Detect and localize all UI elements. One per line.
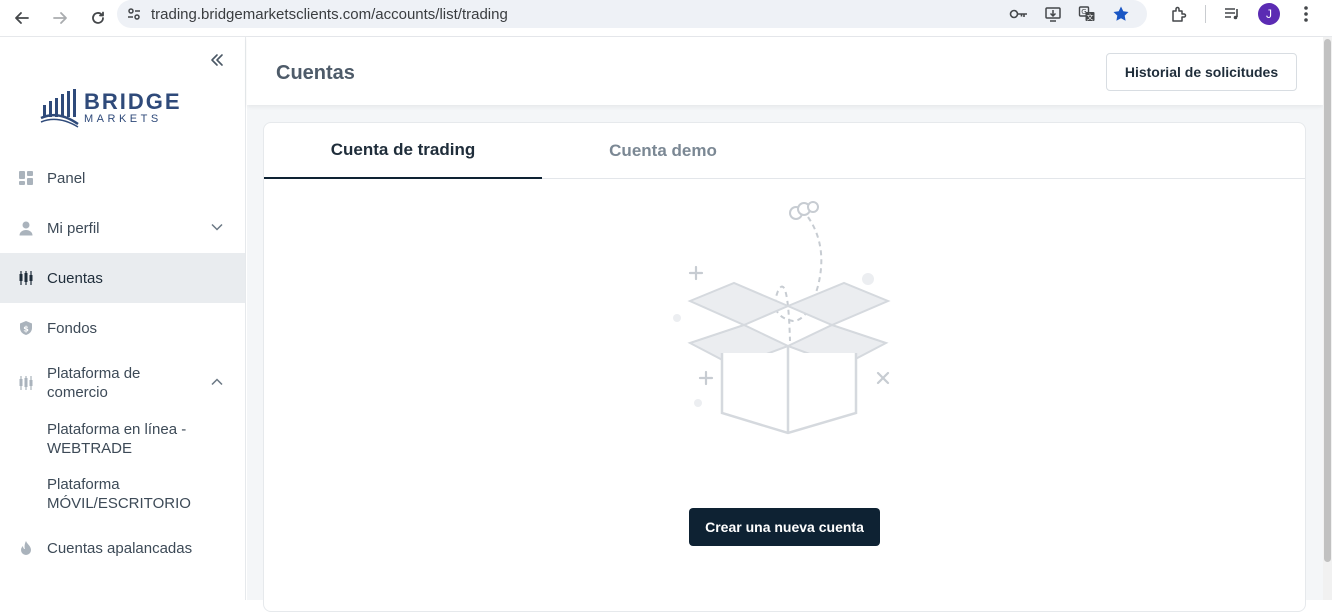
empty-box-illustration (673, 201, 891, 435)
sidebar-item-label: Panel (47, 169, 86, 187)
sidebar-subitem-webtrade[interactable]: Plataforma en línea - WEBTRADE (0, 413, 245, 468)
site-settings-icon[interactable] (117, 6, 151, 22)
sidebar-item-label: Cuentas apalancadas (47, 539, 193, 557)
browser-toolbar: trading.bridgemarketsclients.com/account… (0, 0, 1332, 37)
sidebar-subitem-label: Plataforma en línea - WEBTRADE (47, 421, 187, 457)
tab-demo-account[interactable]: Cuenta demo (542, 123, 784, 179)
back-icon[interactable] (4, 4, 40, 32)
sidebar-subitem-label: Plataforma MÓVIL/ESCRITORIO (47, 476, 191, 512)
main-content: Cuentas Historial de solicitudes Cuenta … (247, 37, 1323, 612)
extensions-icon[interactable] (1167, 2, 1191, 26)
chevron-up-icon[interactable] (211, 375, 223, 389)
flame-icon (18, 540, 34, 556)
tab-trading-account[interactable]: Cuenta de trading (264, 123, 542, 179)
accounts-card: Cuenta de trading Cuenta demo Crear una … (263, 122, 1306, 612)
dashboard-icon (18, 170, 34, 186)
candlestick-icon (18, 375, 34, 391)
forward-icon[interactable] (42, 4, 78, 32)
logo-word-secondary: MARKETS (84, 113, 162, 125)
key-icon[interactable] (1007, 2, 1031, 26)
sidebar-item-label: Fondos (47, 319, 98, 337)
sidebar-menu: Panel Mi perfil Cuentas $ Fondos Platafo… (0, 153, 245, 573)
page-scrollbar[interactable] (1323, 37, 1332, 600)
translate-icon[interactable]: 文G (1075, 2, 1099, 26)
scrollbar-thumb[interactable] (1324, 39, 1331, 562)
create-account-button[interactable]: Crear una nueva cuenta (689, 508, 880, 546)
sidebar-item-label: Mi perfil (47, 219, 100, 237)
url-text: trading.bridgemarketsclients.com/account… (151, 5, 508, 23)
request-history-button[interactable]: Historial de solicitudes (1106, 53, 1297, 91)
sidebar-subitem-movil-escritorio[interactable]: Plataforma MÓVIL/ESCRITORIO (0, 468, 245, 523)
sidebar-item-fondos[interactable]: $ Fondos (0, 303, 245, 353)
sidebar-item-cuentas[interactable]: Cuentas (0, 253, 245, 303)
svg-text:G: G (1081, 8, 1086, 16)
page-header: Cuentas Historial de solicitudes (247, 37, 1323, 105)
shield-dollar-icon: $ (18, 320, 34, 336)
account-tabs: Cuenta de trading Cuenta demo (264, 123, 1305, 179)
more-menu-icon[interactable] (1294, 2, 1318, 26)
address-bar[interactable]: trading.bridgemarketsclients.com/account… (117, 0, 1147, 28)
logo-word-primary: BRIDGE (84, 89, 182, 114)
bookmark-star-icon[interactable] (1109, 2, 1133, 26)
sidebar-item-cuentas-apalancadas[interactable]: Cuentas apalancadas (0, 523, 245, 573)
profile-avatar[interactable]: J (1258, 3, 1280, 25)
svg-text:$: $ (23, 325, 29, 334)
brand-logo[interactable]: BRIDGE MARKETS (40, 88, 182, 128)
sidebar-item-plataforma-de-comercio[interactable]: Plataforma de comercio (0, 353, 245, 413)
reload-icon[interactable] (80, 4, 116, 32)
sidebar-item-mi-perfil[interactable]: Mi perfil (0, 203, 245, 253)
sidebar-item-label: Cuentas (47, 269, 103, 287)
sidebar: BRIDGE MARKETS Panel Mi perfil Cuentas $… (0, 37, 246, 600)
candlestick-icon (18, 270, 34, 286)
sidebar-item-panel[interactable]: Panel (0, 153, 245, 203)
user-icon (18, 220, 34, 236)
install-app-icon[interactable] (1041, 2, 1065, 26)
chevron-down-icon[interactable] (211, 220, 223, 234)
sidebar-item-label: Plataforma de comercio (47, 365, 141, 401)
logo-mark-icon (40, 89, 79, 128)
media-control-icon[interactable] (1220, 2, 1244, 26)
collapse-sidebar-icon[interactable] (206, 49, 228, 71)
toolbar-divider (1205, 5, 1206, 23)
page-title: Cuentas (276, 62, 355, 84)
svg-text:文: 文 (1087, 13, 1094, 22)
